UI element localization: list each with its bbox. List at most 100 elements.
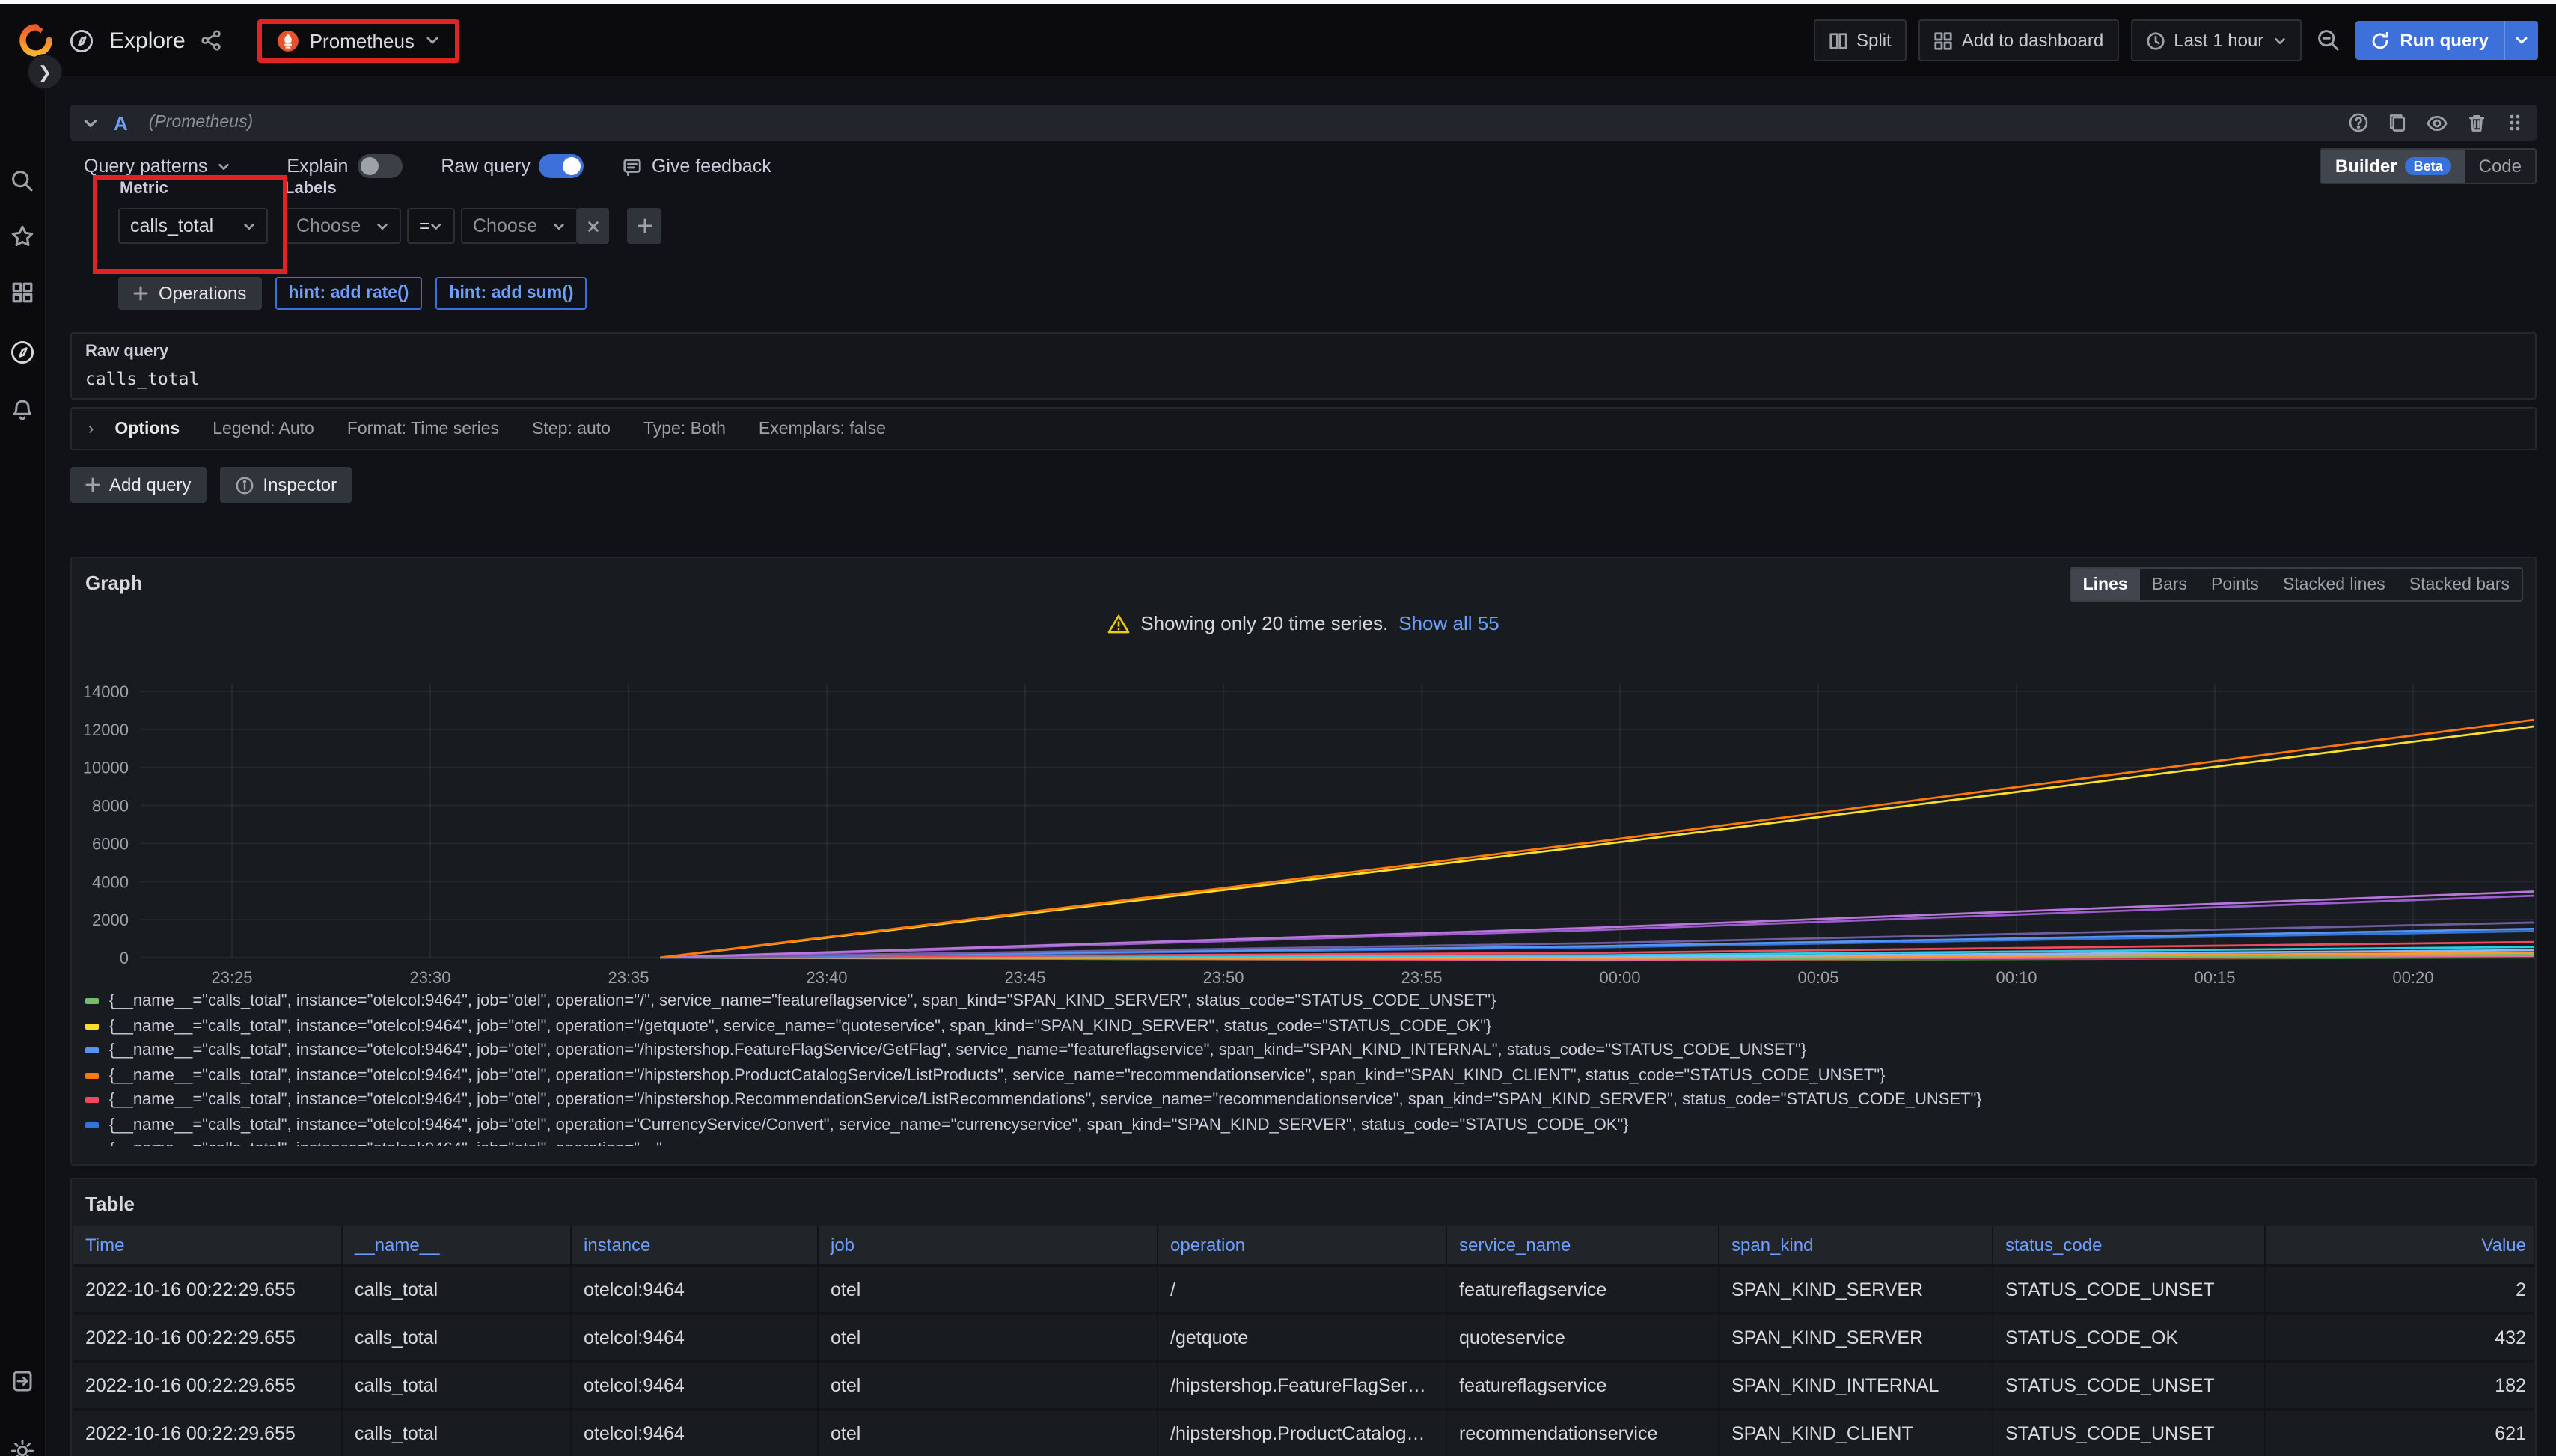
table-cell: calls_total — [343, 1363, 572, 1408]
option-legend: Legend: Auto — [213, 420, 314, 438]
column-header-statuscode[interactable]: status_code — [1993, 1226, 2266, 1264]
query-ref-id: A — [114, 111, 128, 134]
operations-button[interactable]: Operations — [118, 277, 261, 310]
starred-icon[interactable] — [10, 224, 34, 248]
raw-query-preview: Raw query calls_total — [70, 332, 2537, 400]
duplicate-query-icon[interactable] — [2387, 112, 2408, 133]
table-cell: 2022-10-16 00:22:29.655 — [73, 1267, 343, 1312]
label-key-select[interactable]: Choose — [284, 208, 401, 244]
zoom-out-icon — [2316, 28, 2340, 52]
page-title: Explore — [109, 28, 186, 53]
show-all-series-link[interactable]: Show all 55 — [1398, 612, 1499, 634]
table-cell: recommendationservice — [1447, 1411, 1719, 1456]
legend-color-chip — [85, 1098, 99, 1104]
hint-add-rate-button[interactable]: hint: add rate() — [275, 277, 422, 310]
search-icon[interactable] — [10, 169, 34, 193]
hide-response-eye-icon[interactable] — [2426, 111, 2448, 134]
refresh-icon — [2370, 31, 2389, 50]
column-header-Value[interactable]: Value — [2266, 1226, 2540, 1264]
add-query-button[interactable]: Add query — [70, 467, 206, 503]
svg-text:00:05: 00:05 — [1797, 968, 1838, 987]
svg-text:12000: 12000 — [83, 721, 129, 739]
svg-text:00:00: 00:00 — [1599, 968, 1640, 987]
explain-toggle[interactable] — [357, 154, 402, 178]
column-header-servicename[interactable]: service_name — [1447, 1226, 1719, 1264]
delete-query-trash-icon[interactable] — [2466, 112, 2487, 133]
legend-item[interactable]: {__name__="calls_total", instance="otelc… — [85, 1014, 2526, 1039]
raw-query-toggle[interactable] — [539, 154, 584, 178]
add-label-filter-button[interactable] — [627, 208, 661, 244]
table-cell: STATUS_CODE_UNSET — [1993, 1267, 2266, 1312]
graph-mode-bars[interactable]: Bars — [2140, 569, 2199, 600]
labels-field-label: Labels — [284, 180, 337, 198]
builder-mode-button[interactable]: Builder Beta — [2322, 150, 2465, 183]
legend-item[interactable]: {__name__="calls_total", instance="otelc… — [85, 1113, 2526, 1137]
table-row[interactable]: 2022-10-16 00:22:29.655calls_totalotelco… — [73, 1411, 2534, 1456]
alerting-bell-icon[interactable] — [10, 398, 34, 422]
query-options-row[interactable]: › Options Legend: Auto Format: Time seri… — [70, 407, 2537, 450]
collapse-chevron-icon — [82, 114, 99, 131]
table-panel-title: Table — [85, 1193, 135, 1215]
column-header-job[interactable]: job — [819, 1226, 1158, 1264]
run-query-button[interactable]: Run query — [2355, 21, 2538, 60]
svg-text:23:25: 23:25 — [211, 968, 252, 987]
graph-mode-stacked-lines[interactable]: Stacked lines — [2271, 569, 2397, 600]
legend-item[interactable]: {__name__="calls_total", instance="otelc… — [85, 1039, 2526, 1063]
query-help-icon[interactable] — [2348, 112, 2369, 133]
table-cell: otel — [819, 1315, 1158, 1360]
legend-color-chip — [85, 1024, 99, 1030]
explore-icon[interactable] — [10, 340, 35, 365]
add-to-dashboard-button[interactable]: Add to dashboard — [1918, 19, 2119, 61]
give-feedback-link[interactable]: Give feedback — [623, 156, 771, 177]
legend-item[interactable]: {__name__="calls_total", instance="otelc… — [85, 1063, 2526, 1088]
dashboards-icon[interactable] — [11, 281, 34, 304]
series-limit-warning: Showing only 20 time series. Show all 55 — [72, 612, 2535, 634]
label-operator-select[interactable]: = — [407, 208, 455, 244]
column-header-Time[interactable]: Time — [73, 1226, 343, 1264]
table-cell: 182 — [2266, 1363, 2540, 1408]
remove-label-filter-button[interactable] — [578, 208, 609, 244]
code-mode-button[interactable]: Code — [2465, 150, 2535, 183]
chevron-down-icon — [430, 219, 443, 233]
metric-select[interactable]: calls_total — [118, 208, 268, 244]
graph-panel-title: Graph — [85, 572, 143, 594]
query-patterns-dropdown[interactable]: Query patterns — [84, 156, 230, 177]
share-icon[interactable] — [201, 30, 221, 51]
hint-add-sum-button[interactable]: hint: add sum() — [435, 277, 587, 310]
query-row-header[interactable]: A (Prometheus) — [70, 105, 2537, 141]
table-cell: SPAN_KIND_CLIENT — [1719, 1411, 1993, 1456]
option-format: Format: Time series — [347, 420, 499, 438]
zoom-out-button[interactable] — [2313, 21, 2343, 60]
legend-label: {__name__="calls_total", instance="otelc… — [109, 1092, 1982, 1110]
column-header-instance[interactable]: instance — [572, 1226, 819, 1264]
grafana-logo[interactable] — [18, 22, 54, 58]
column-header-spankind[interactable]: span_kind — [1719, 1226, 1993, 1264]
time-range-picker[interactable]: Last 1 hour — [2130, 19, 2301, 61]
datasource-picker[interactable]: Prometheus — [257, 19, 459, 62]
graph-mode-points[interactable]: Points — [2199, 569, 2271, 600]
split-icon — [1828, 31, 1847, 50]
server-admin-icon[interactable] — [10, 1369, 34, 1393]
inspector-button[interactable]: Inspector — [219, 467, 352, 503]
table-row[interactable]: 2022-10-16 00:22:29.655calls_totalotelco… — [73, 1315, 2534, 1363]
label-value-select[interactable]: Choose — [461, 208, 578, 244]
drag-handle-icon[interactable] — [2505, 112, 2525, 133]
graph-mode-lines[interactable]: Lines — [2071, 569, 2140, 600]
graph-mode-stacked-bars[interactable]: Stacked bars — [2397, 569, 2522, 600]
warning-triangle-icon — [1107, 613, 1130, 634]
table-cell: 2 — [2266, 1267, 2540, 1312]
legend-item[interactable]: {__name__="calls_total", instance="otelc… — [85, 1137, 2526, 1146]
time-series-chart[interactable]: 0200040006000800010000120001400023:2523:… — [72, 657, 2538, 994]
column-header-name[interactable]: __name__ — [343, 1226, 572, 1264]
split-button[interactable]: Split — [1813, 19, 1907, 61]
settings-gear-icon[interactable] — [10, 1438, 35, 1456]
option-type: Type: Both — [643, 420, 726, 438]
column-header-operation[interactable]: operation — [1158, 1226, 1447, 1264]
table-row[interactable]: 2022-10-16 00:22:29.655calls_totalotelco… — [73, 1363, 2534, 1411]
legend-item[interactable]: {__name__="calls_total", instance="otelc… — [85, 1088, 2526, 1113]
run-query-dropdown[interactable] — [2504, 21, 2538, 60]
legend-item[interactable]: {__name__="calls_total", instance="otelc… — [85, 989, 2526, 1014]
legend-label: {__name__="calls_total", instance="otelc… — [109, 1116, 1629, 1134]
sidebar-expand-button[interactable]: ❯ — [27, 54, 63, 90]
table-row[interactable]: 2022-10-16 00:22:29.655calls_totalotelco… — [73, 1267, 2534, 1315]
